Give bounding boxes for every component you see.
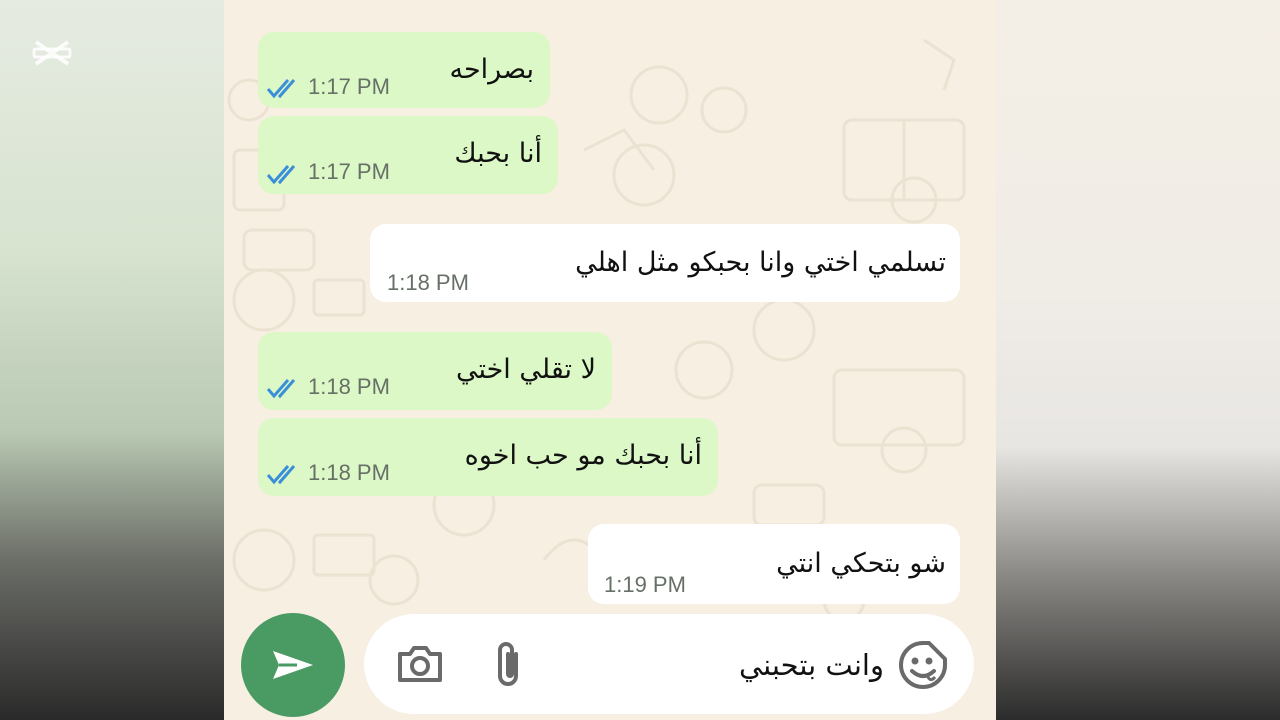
send-button[interactable] [241, 613, 345, 717]
read-receipt-icon [266, 79, 296, 99]
message-text: بصراحه [449, 54, 535, 85]
sticker-icon[interactable] [898, 640, 948, 690]
capcut-logo-icon [32, 40, 72, 66]
message-time: 1:18 PM [387, 270, 469, 295]
message-bubble-outgoing[interactable]: 1:17 PM بصراحه [258, 32, 550, 108]
blurred-right-panel [996, 0, 1280, 720]
message-time: 1:17 PM [308, 74, 390, 99]
blurred-left-panel [0, 0, 224, 720]
message-bubble-incoming[interactable]: شو بتحكي انتي 1:19 PM [588, 524, 960, 604]
send-icon [273, 651, 313, 679]
message-time: 1:17 PM [308, 159, 390, 184]
video-frame: 1:17 PM بصراحه 1:17 PM أنا بحبك تسلمي اخ… [0, 0, 1280, 720]
message-input-text[interactable]: وانت بتحبني [739, 648, 884, 682]
message-text: تسلمي اختي وانا بحبكو مثل اهلي [575, 247, 946, 278]
message-bubble-outgoing[interactable]: 1:18 PM لا تقلي اختي [258, 332, 612, 410]
message-bubble-incoming[interactable]: تسلمي اختي وانا بحبكو مثل اهلي 1:18 PM [370, 224, 960, 302]
message-text: لا تقلي اختي [455, 354, 596, 385]
message-time: 1:18 PM [308, 460, 390, 485]
message-time: 1:18 PM [308, 374, 390, 399]
read-receipt-icon [266, 165, 296, 185]
attach-icon[interactable] [492, 640, 524, 690]
message-text: أنا بحبك [454, 138, 542, 169]
message-text: شو بتحكي انتي [776, 548, 946, 579]
message-bubble-outgoing[interactable]: 1:18 PM أنا بحبك مو حب اخوه [258, 418, 718, 496]
read-receipt-icon [266, 379, 296, 399]
camera-icon[interactable] [396, 644, 444, 684]
message-time: 1:19 PM [604, 572, 686, 597]
chat-window[interactable]: 1:17 PM بصراحه 1:17 PM أنا بحبك تسلمي اخ… [224, 0, 996, 720]
message-text: أنا بحبك مو حب اخوه [464, 440, 702, 471]
message-bubble-outgoing[interactable]: 1:17 PM أنا بحبك [258, 116, 558, 194]
read-receipt-icon [266, 465, 296, 485]
